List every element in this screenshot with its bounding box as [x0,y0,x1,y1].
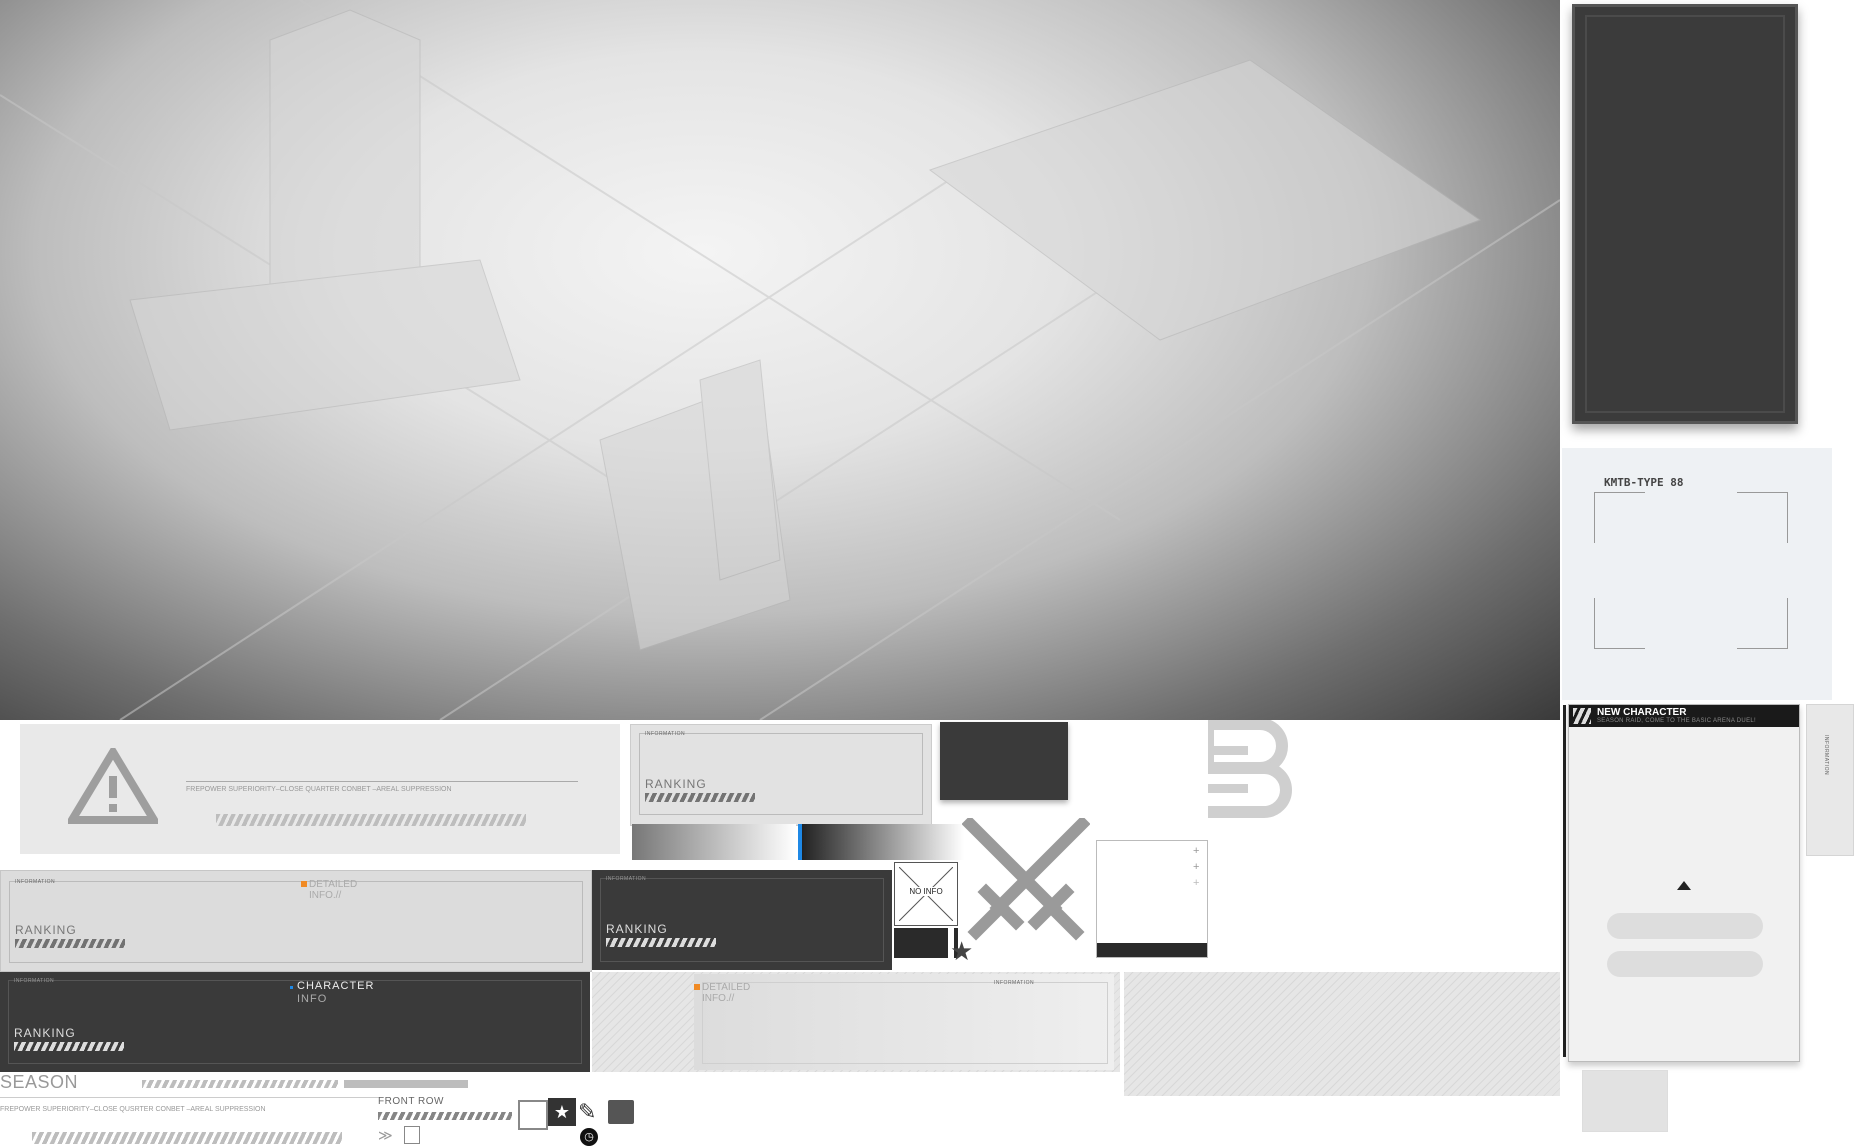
season-rule [0,1097,380,1098]
edit-list-icon[interactable]: ✎ [578,1098,606,1126]
header-stripes-icon [1573,708,1591,724]
no-info-label: NO INFO [895,887,957,896]
season-bar [344,1080,468,1088]
star-badge-icon[interactable]: ★ [548,1098,576,1126]
new-character-subtitle: SEASON RAID, COME TO THE BASIC ARENA DUE… [1597,718,1756,724]
season-progress [142,1080,338,1088]
small-grey-tile [1582,1070,1668,1132]
new-character-title: NEW CHARACTER [1597,707,1687,718]
detailed-info-card[interactable]: DETAILED INFO.// INFORMATION [592,972,1120,1072]
card-frame [600,878,884,962]
card-header: INFORMATION [994,980,1035,986]
warning-banner: FREPOWER SUPERIORITY–CLOSE QUARTER CONBE… [20,724,620,854]
clock-icon: ◷ [580,1128,598,1146]
blue-dot-icon [290,986,293,989]
season-title: SEASON [0,1072,79,1092]
box-icon[interactable] [608,1100,634,1124]
ranking-progress [15,939,125,948]
front-row-label: FRONT ROW [378,1096,444,1107]
ranking-card-4[interactable]: INFORMATION CHARACTER INFO RANKING [0,972,590,1072]
detailed-info-line1: DETAILED [309,879,358,890]
chevrons-icon: ≫ [378,1127,393,1143]
no-info-box: NO INFO [894,862,958,926]
dark-tile [940,722,1068,800]
small-checkbox[interactable] [404,1126,420,1144]
ranking-progress [645,793,755,802]
frame-corner-br [1737,598,1788,649]
card-frame [8,980,582,1064]
option-pill-2[interactable] [1607,951,1763,977]
character-info-line2: INFO [297,993,328,1005]
empty-slot-icon[interactable] [518,1100,548,1130]
caret-up-icon[interactable] [1677,881,1691,890]
banner-subtitle: FREPOWER SUPERIORITY–CLOSE QUARTER CONBE… [186,786,452,793]
panel-side-bracket [1563,705,1566,1057]
gradient-bar-light [632,824,796,860]
orange-square-icon [301,881,307,887]
plus-card[interactable]: + + + [1096,840,1208,958]
frame-panel-label: KMTB-TYPE 88 [1604,476,1684,489]
plus-icon-1: + [1193,845,1200,857]
option-pill-1[interactable] [1607,913,1763,939]
map-preview [0,0,1560,720]
character-info-line1: CHARACTER [297,980,375,992]
star-icon[interactable]: ★ [950,938,973,964]
orange-square-icon [694,984,700,990]
warning-triangle-icon [68,748,158,824]
plus-icon-2: + [1193,861,1200,873]
card-header: INFORMATION [645,731,686,737]
card-header: INFORMATION [14,978,55,984]
striped-block [1124,972,1560,1096]
city-scene-icon [0,0,1560,720]
gradient-bar-dark [798,824,964,860]
b-logo-icon [1208,720,1292,818]
banner-progress [216,814,526,826]
new-character-header: NEW CHARACTER SEASON RAID, COME TO THE B… [1569,705,1799,727]
ranking-progress [606,938,716,947]
frame-panel: KMTB-TYPE 88 [1562,448,1832,700]
ranking-label: RANKING [15,923,77,937]
card-frame [9,881,583,963]
card-frame [702,982,1108,1064]
dark-card [1572,4,1798,424]
ranking-label: RANKING [606,922,668,936]
frame-corner-tl [1594,492,1645,543]
ranking-label: RANKING [14,1026,76,1040]
ranking-card-2[interactable]: INFORMATION DETAILED INFO.// RANKING [0,870,592,972]
plus-icon-3: + [1193,877,1200,889]
frame-corner-bl [1594,598,1645,649]
plus-card-footer [1097,943,1207,957]
ranking-card-1[interactable]: INFORMATION RANKING [630,724,932,826]
season-subtitle: FREPOWER SUPERIORITY–CLOSE QUSRTER CONBE… [0,1106,266,1113]
ranking-progress [14,1042,124,1051]
detailed-info-inner: DETAILED INFO.// INFORMATION [694,974,1114,1070]
black-bars [894,928,954,958]
crossed-swords-icon[interactable] [962,818,1090,946]
detailed-info-line2: INFO.// [702,993,735,1004]
side-info-tab: INFORMATION [1806,704,1854,856]
ranking-label: RANKING [645,777,707,791]
detailed-info-line2: INFO.// [309,890,342,901]
detailed-info-line1: DETAILED [702,982,751,993]
front-row-progress [378,1112,512,1120]
dark-card-frame [1585,15,1785,413]
card-header: INFORMATION [606,876,647,882]
card-frame [639,733,923,815]
frame-corner-tr [1737,492,1788,543]
season-progress-2 [32,1132,342,1144]
banner-rule [186,781,578,782]
side-info-label: INFORMATION [1823,735,1829,776]
card-header: INFORMATION [15,879,56,885]
new-character-panel: NEW CHARACTER SEASON RAID, COME TO THE B… [1568,704,1800,1062]
ranking-card-3[interactable]: INFORMATION RANKING [592,870,892,970]
